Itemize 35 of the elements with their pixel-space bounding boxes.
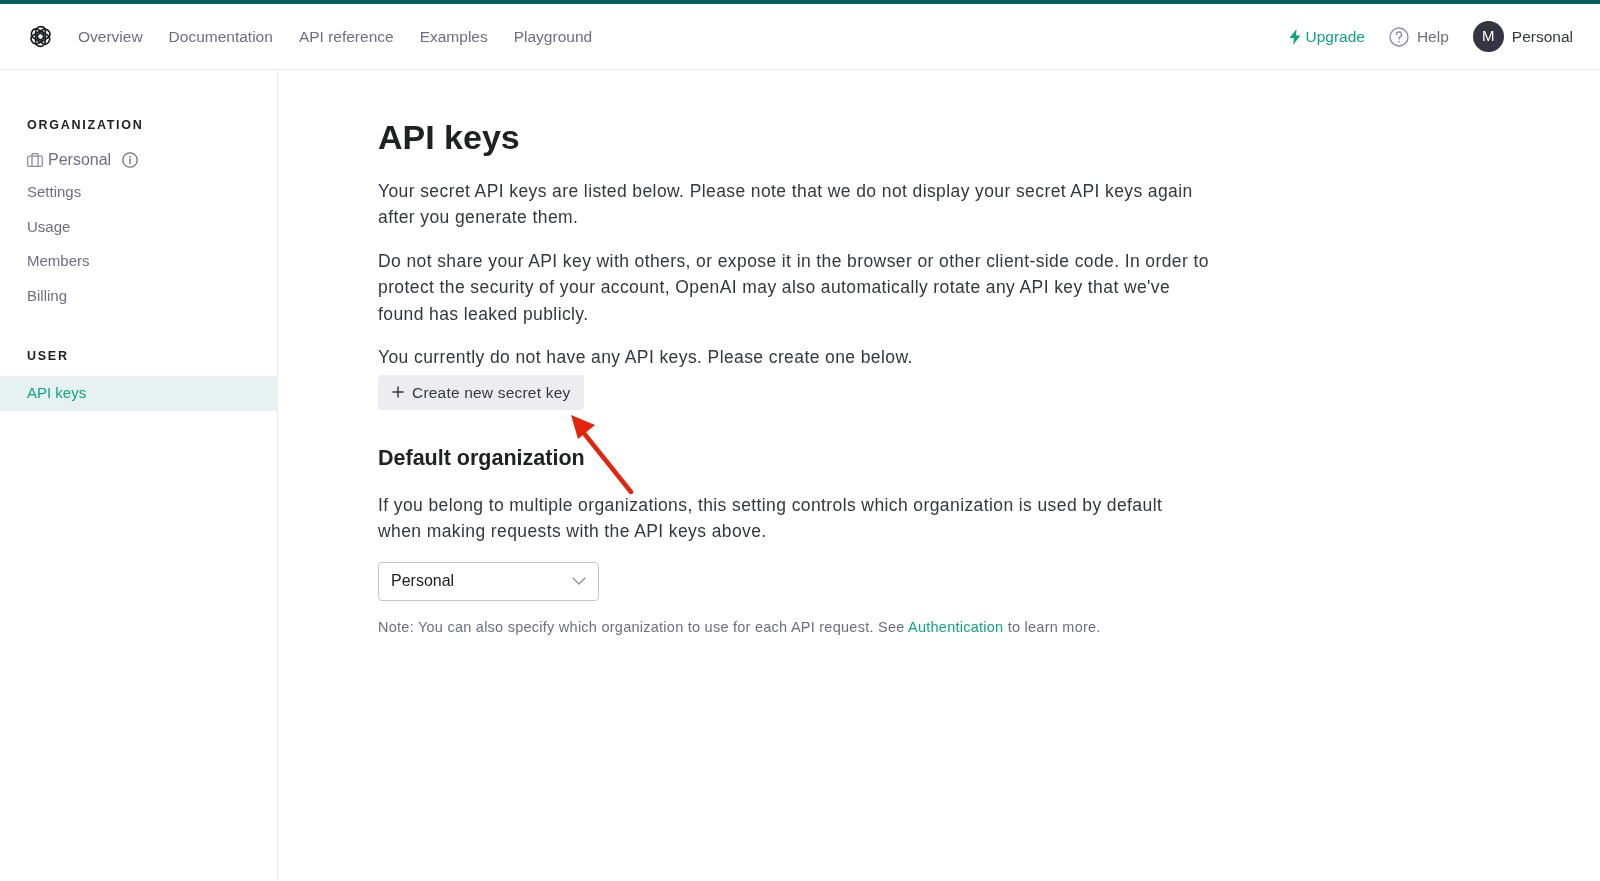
sidebar-section-heading: USER	[26, 348, 70, 366]
info-icon[interactable]	[122, 152, 139, 168]
sidebar-link[interactable]: Members	[0, 244, 277, 279]
logo-icon[interactable]	[27, 23, 54, 50]
create-key-button[interactable]: Create new secret key	[378, 374, 585, 410]
sidebar-link[interactable]: Settings	[0, 175, 277, 210]
sidebar-section-heading: ORGANIZATION	[26, 117, 145, 134]
organization-select[interactable]: Personal	[378, 561, 599, 601]
authentication-link[interactable]: Authentication	[908, 618, 1004, 635]
upgrade-link[interactable]: Upgrade	[1289, 24, 1365, 49]
body-paragraph: Do not share your API key with others, or expose it in the browser or other client-side code. In order to protect the security of your account, OpenAI may also automatically rotate any API key that we've found has leaked publicly.	[378, 249, 1210, 326]
sidebar-link[interactable]: Billing	[0, 278, 277, 314]
nav-link[interactable]: Documentation	[168, 24, 273, 49]
body-paragraph: Your secret API keys are listed below. Please note that we do not display your secret API keys again after you generate them.	[378, 179, 1194, 230]
briefcase-icon	[27, 153, 43, 167]
chevron-down-icon	[572, 577, 586, 586]
help-link[interactable]: Help	[1388, 24, 1449, 49]
sidebar-link[interactable]: API keys	[0, 376, 277, 411]
avatar-initial: M	[1472, 21, 1504, 52]
nav-link[interactable]: Overview	[78, 24, 143, 49]
account-name: Personal	[1511, 26, 1573, 47]
section-heading: Default organization	[378, 445, 586, 472]
body-paragraph: You currently do not have any API keys. Please create one below.	[378, 346, 914, 370]
body-paragraph: If you belong to multiple organizations, this setting controls which organization is used by default when making requests with the API keys above.	[378, 493, 1164, 544]
page-title: API keys	[378, 117, 521, 158]
sidebar-link[interactable]: Usage	[0, 209, 277, 245]
nav-link[interactable]: Playground	[513, 24, 593, 49]
nav-link[interactable]: API reference	[298, 24, 394, 49]
nav-link[interactable]: Examples	[419, 24, 488, 49]
plus-icon	[392, 386, 404, 399]
organization-item[interactable]: Personal	[0, 144, 277, 176]
lightning-icon	[1289, 28, 1302, 45]
help-icon	[1388, 26, 1409, 47]
note-text: Note: You can also specify which organization to use for each API request. See Authentication to learn more.	[378, 617, 1102, 637]
account-menu[interactable]: M Personal	[1472, 21, 1573, 52]
